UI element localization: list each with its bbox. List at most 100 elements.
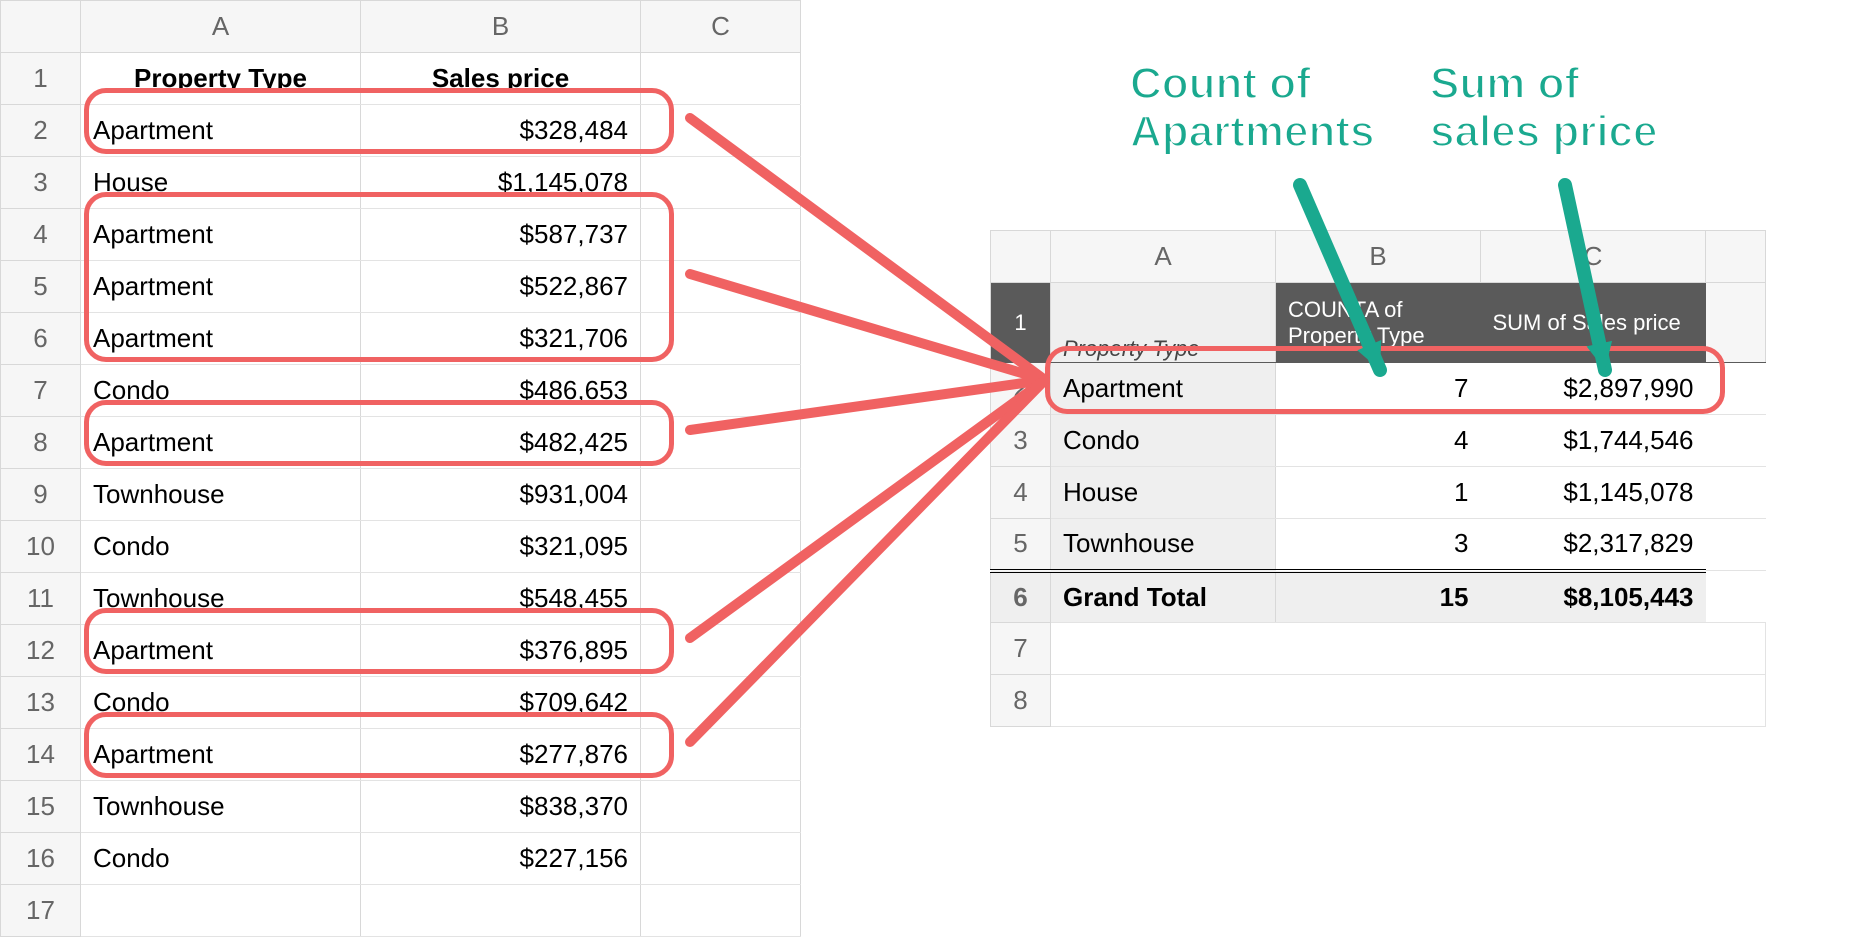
blank-cell[interactable] [641,677,801,729]
blank-cell[interactable] [1706,571,1766,623]
row-header[interactable]: 1 [1,53,81,105]
blank-cell[interactable] [1051,623,1766,675]
blank-cell[interactable] [641,781,801,833]
col-header-B[interactable]: B [1276,231,1481,283]
blank-cell[interactable] [641,469,801,521]
blank-cell[interactable] [1706,363,1766,415]
cell-sales-price[interactable]: $321,095 [361,521,641,573]
source-table[interactable]: A B C 1 Property Type Sales price 2Apart… [0,0,801,937]
cell-property-type[interactable]: Apartment [81,261,361,313]
row-header[interactable]: 1 [991,283,1051,363]
row-header[interactable]: 17 [1,885,81,937]
blank-cell[interactable] [641,573,801,625]
pivot-value-header-count[interactable]: COUNTA of Property Type [1276,283,1481,363]
cell-sales-price[interactable]: $277,876 [361,729,641,781]
cell-sales-price[interactable]: $227,156 [361,833,641,885]
corner-cell[interactable] [1,1,81,53]
cell-property-type[interactable]: Condo [81,521,361,573]
cell-property-type[interactable]: Condo [81,365,361,417]
col-header-B[interactable]: B [361,1,641,53]
blank-cell[interactable] [641,729,801,781]
row-header[interactable]: 13 [1,677,81,729]
cell-property-type[interactable]: Apartment [81,105,361,157]
row-header[interactable]: 3 [991,415,1051,467]
row-header[interactable]: 8 [1,417,81,469]
cell-property-type[interactable]: Condo [81,677,361,729]
cell-property-type[interactable]: House [81,157,361,209]
blank-cell[interactable] [641,261,801,313]
cell-sales-price[interactable]: $838,370 [361,781,641,833]
col-header-blank[interactable] [1706,231,1766,283]
grand-total-count[interactable]: 15 [1276,571,1481,623]
blank-cell[interactable] [1706,283,1766,363]
pivot-count[interactable]: 1 [1276,467,1481,519]
row-header[interactable]: 6 [1,313,81,365]
blank-cell[interactable] [641,105,801,157]
row-header[interactable]: 4 [991,467,1051,519]
blank-cell[interactable] [641,625,801,677]
cell-property-type[interactable]: Townhouse [81,573,361,625]
col-header-A[interactable]: A [81,1,361,53]
blank-cell[interactable] [1051,675,1766,727]
blank-cell[interactable] [361,885,641,937]
pivot-row-label[interactable]: Apartment [1051,363,1276,415]
header-sales-price[interactable]: Sales price [361,53,641,105]
pivot-count[interactable]: 3 [1276,519,1481,571]
cell-property-type[interactable]: Apartment [81,417,361,469]
blank-cell[interactable] [641,53,801,105]
col-header-C[interactable]: C [1481,231,1706,283]
blank-cell[interactable] [641,313,801,365]
cell-property-type[interactable]: Townhouse [81,781,361,833]
pivot-sum[interactable]: $2,897,990 [1481,363,1706,415]
row-header[interactable]: 16 [1,833,81,885]
col-header-C[interactable]: C [641,1,801,53]
pivot-row-field[interactable]: Property Type [1051,283,1276,363]
blank-cell[interactable] [641,157,801,209]
cell-sales-price[interactable]: $486,653 [361,365,641,417]
pivot-sum[interactable]: $2,317,829 [1481,519,1706,571]
cell-property-type[interactable]: Apartment [81,729,361,781]
blank-cell[interactable] [81,885,361,937]
row-header[interactable]: 11 [1,573,81,625]
pivot-sum[interactable]: $1,145,078 [1481,467,1706,519]
row-header[interactable]: 3 [1,157,81,209]
row-header[interactable]: 8 [991,675,1051,727]
grand-total-label[interactable]: Grand Total [1051,571,1276,623]
blank-cell[interactable] [641,365,801,417]
row-header[interactable]: 14 [1,729,81,781]
cell-property-type[interactable]: Apartment [81,625,361,677]
cell-sales-price[interactable]: $482,425 [361,417,641,469]
pivot-count[interactable]: 4 [1276,415,1481,467]
blank-cell[interactable] [1706,467,1766,519]
row-header[interactable]: 15 [1,781,81,833]
row-header[interactable]: 6 [991,571,1051,623]
cell-sales-price[interactable]: $709,642 [361,677,641,729]
grand-total-sum[interactable]: $8,105,443 [1481,571,1706,623]
row-header[interactable]: 5 [991,519,1051,571]
col-header-A[interactable]: A [1051,231,1276,283]
blank-cell[interactable] [1706,415,1766,467]
blank-cell[interactable] [641,833,801,885]
cell-sales-price[interactable]: $522,867 [361,261,641,313]
blank-cell[interactable] [641,521,801,573]
cell-sales-price[interactable]: $931,004 [361,469,641,521]
row-header[interactable]: 7 [1,365,81,417]
pivot-value-header-sum[interactable]: SUM of Sales price [1481,283,1706,363]
blank-cell[interactable] [641,209,801,261]
blank-cell[interactable] [641,417,801,469]
blank-cell[interactable] [1706,519,1766,571]
pivot-row-label[interactable]: House [1051,467,1276,519]
pivot-count[interactable]: 7 [1276,363,1481,415]
cell-sales-price[interactable]: $376,895 [361,625,641,677]
row-header[interactable]: 9 [1,469,81,521]
cell-sales-price[interactable]: $1,145,078 [361,157,641,209]
row-header[interactable]: 10 [1,521,81,573]
corner-cell[interactable] [991,231,1051,283]
pivot-row-label[interactable]: Condo [1051,415,1276,467]
row-header[interactable]: 2 [991,363,1051,415]
pivot-table[interactable]: A B C 1 Property Type COUNTA of Property… [990,230,1766,727]
cell-sales-price[interactable]: $587,737 [361,209,641,261]
row-header[interactable]: 12 [1,625,81,677]
row-header[interactable]: 5 [1,261,81,313]
row-header[interactable]: 2 [1,105,81,157]
